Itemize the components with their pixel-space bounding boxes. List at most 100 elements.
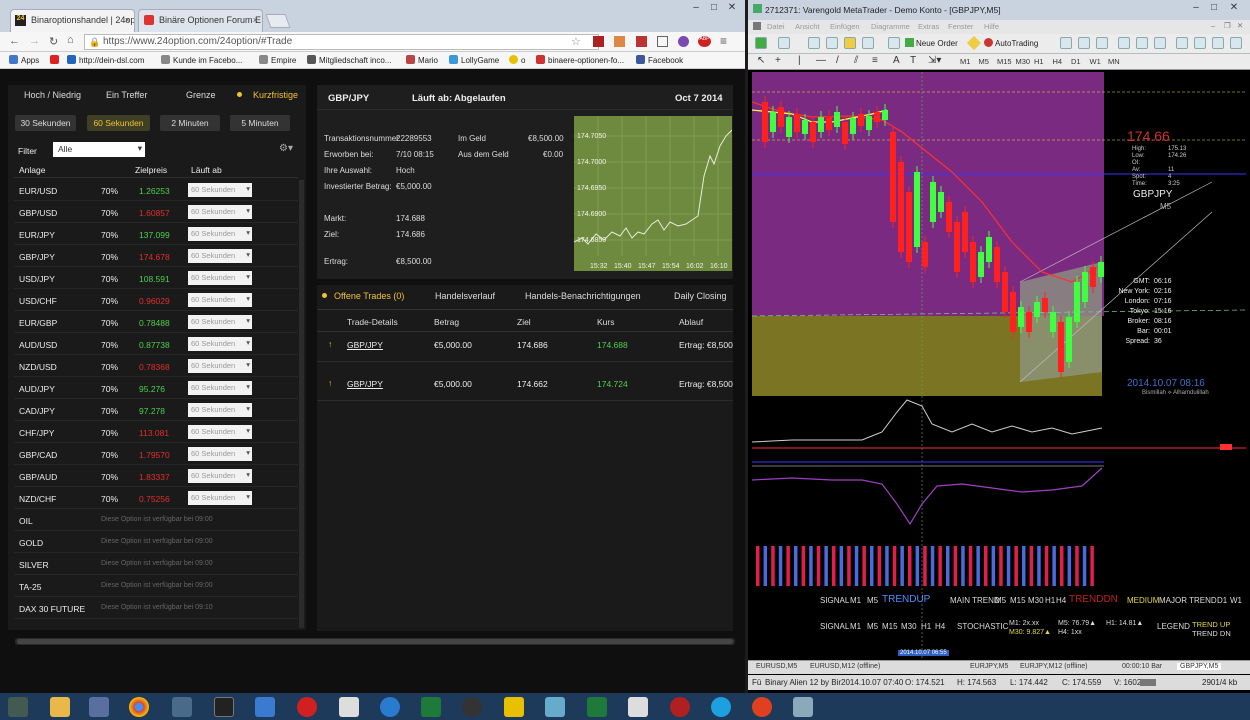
extension-2-icon[interactable] — [614, 36, 625, 47]
app-pencil-icon[interactable] — [793, 697, 813, 717]
expiry-select[interactable]: 60 Sekunden — [188, 491, 252, 505]
asset-row[interactable]: CAD/JPY 70% 97.278 60 Sekunden — [14, 400, 298, 421]
zoom-out-icon[interactable] — [1136, 37, 1148, 49]
menu-einfuegen[interactable]: Einfügen — [830, 22, 860, 31]
browser-tab-24option[interactable]: 24 Binaroptionshandel | 24op × — [10, 9, 135, 32]
expiry-select[interactable]: 60 Sekunden — [188, 447, 252, 461]
tab-benachrichtigungen[interactable]: Handels-Benachrichtigungen — [525, 291, 641, 301]
reload-icon[interactable]: ↻ — [49, 35, 58, 48]
explorer-icon[interactable] — [50, 697, 70, 717]
bookmark-empire[interactable]: Empire — [259, 55, 296, 65]
bar-chart-icon[interactable] — [1060, 37, 1072, 49]
profiles-icon[interactable] — [778, 37, 790, 49]
app-doc-icon[interactable] — [628, 697, 648, 717]
new-chart-icon[interactable] — [755, 37, 767, 49]
arrows-icon[interactable]: ⇲▾ — [928, 55, 941, 66]
expiry-select[interactable]: 60 Sekunden — [188, 469, 252, 483]
timeframe-h1[interactable]: H1 — [1034, 57, 1044, 66]
bookmark-mario[interactable]: Mario — [406, 55, 438, 65]
timeframe-m30[interactable]: M30 — [1016, 57, 1031, 66]
autoscroll-icon[interactable] — [1176, 37, 1188, 49]
new-order-button[interactable]: Neue Order — [905, 36, 967, 51]
duration-30s-button[interactable]: 30 Sekunden — [15, 115, 76, 131]
duration-60s-button[interactable]: 60 Sekunden — [87, 115, 150, 131]
bookmark-lollygame[interactable]: LollyGame — [449, 55, 499, 65]
tab-grenze[interactable]: Grenze — [186, 90, 216, 100]
expiry-select[interactable]: 60 Sekunden — [188, 425, 252, 439]
scrollbar-thumb[interactable] — [17, 639, 733, 644]
asset-row[interactable]: GBP/USD 70% 1.60857 60 Sekunden — [14, 202, 298, 223]
vertical-line-icon[interactable]: | — [798, 55, 801, 66]
bookmark-apps[interactable]: Apps — [9, 55, 39, 65]
expiry-select[interactable]: 60 Sekunden — [188, 381, 252, 395]
expiry-select[interactable]: 60 Sekunden — [188, 359, 252, 373]
forward-icon[interactable]: → — [29, 35, 40, 47]
close-icon[interactable]: × — [253, 15, 258, 25]
timeframe-mn[interactable]: MN — [1108, 57, 1120, 66]
app-grid-icon[interactable] — [172, 697, 192, 717]
mdi-close-icon[interactable]: ✕ — [1237, 21, 1243, 30]
app-check-icon[interactable] — [339, 697, 359, 717]
asset-row[interactable]: EUR/JPY 70% 137.099 60 Sekunden — [14, 224, 298, 245]
zoom-in-icon[interactable] — [1118, 37, 1130, 49]
trade-pair[interactable]: GBP/JPY — [347, 379, 383, 389]
back-icon[interactable]: ← — [9, 35, 20, 47]
data-window-icon[interactable] — [888, 37, 900, 49]
expiry-select[interactable]: 60 Sekunden — [188, 337, 252, 351]
asset-row[interactable]: NZD/USD 70% 0.78368 60 Sekunden — [14, 356, 298, 377]
app-dark-icon[interactable] — [462, 697, 482, 717]
menu-extras[interactable]: Extras — [918, 22, 939, 31]
extension-1-icon[interactable] — [593, 36, 604, 47]
close-window-icon[interactable]: ✕ — [1226, 2, 1242, 13]
menu-hilfe[interactable]: Hilfe — [984, 22, 999, 31]
mdi-minimize-icon[interactable]: – — [1211, 21, 1215, 30]
ie-icon[interactable] — [380, 697, 400, 717]
terminal-icon[interactable] — [844, 37, 856, 49]
browser-tab-forum[interactable]: Binäre Optionen Forum E × — [138, 9, 263, 32]
channel-icon[interactable]: ⫽ — [854, 55, 858, 66]
chart-tab[interactable]: EURJPY,M12 (offline) — [1020, 663, 1087, 670]
maximize-icon[interactable]: □ — [1206, 2, 1222, 13]
indicators-icon[interactable] — [1212, 37, 1224, 49]
close-window-icon[interactable]: ✕ — [724, 2, 740, 13]
skype-icon[interactable] — [711, 697, 731, 717]
extension-3-icon[interactable] — [636, 36, 647, 47]
menu-ansicht[interactable]: Ansicht — [795, 22, 820, 31]
trade-row[interactable]: ↑ GBP/JPY €5,000.00 174.662 174.724 Ertrag: €… — [317, 376, 733, 394]
expiry-select[interactable]: 60 Sekunden — [188, 315, 252, 329]
timeframe-w1[interactable]: W1 — [1090, 57, 1101, 66]
adblock-icon[interactable]: ABP — [698, 36, 711, 47]
asset-row[interactable]: GBP/JPY 70% 174.678 60 Sekunden — [14, 246, 298, 267]
crosshair-icon[interactable]: + — [775, 55, 781, 66]
extension-5-icon[interactable] — [678, 36, 689, 47]
menu-datei[interactable]: Datei — [767, 22, 785, 31]
horizontal-scrollbar[interactable] — [15, 638, 735, 645]
maximize-icon[interactable]: □ — [706, 2, 722, 13]
timeframe-h4[interactable]: H4 — [1053, 57, 1063, 66]
text-icon[interactable]: A — [893, 55, 900, 66]
app-ic-icon[interactable] — [214, 697, 234, 717]
timeframe-m5[interactable]: M5 — [979, 57, 989, 66]
asset-row[interactable]: GBP/CAD 70% 1.79570 60 Sekunden — [14, 444, 298, 465]
close-icon[interactable]: × — [125, 15, 130, 25]
timeframe-d1[interactable]: D1 — [1071, 57, 1081, 66]
gear-icon[interactable]: ⚙▾ — [279, 143, 293, 154]
bookmark-youtube[interactable] — [50, 55, 62, 65]
trade-row[interactable]: ↑ GBP/JPY €5,000.00 174.686 174.688 Ertrag: €… — [317, 337, 733, 355]
asset-row[interactable]: CHF/JPY 70% 113.081 60 Sekunden — [14, 422, 298, 443]
start-icon[interactable] — [8, 697, 28, 717]
chart-tab[interactable]: EURUSD,M5 — [756, 663, 797, 670]
asset-row[interactable]: NZD/CHF 70% 0.75256 60 Sekunden — [14, 488, 298, 509]
app-orange-icon[interactable] — [752, 697, 772, 717]
chart-tab[interactable]: EURJPY,M5 — [970, 663, 1008, 670]
expiry-select[interactable]: 60 Sekunden — [188, 183, 252, 197]
horizontal-line-icon[interactable]: — — [816, 55, 826, 66]
minimize-icon[interactable]: – — [1188, 2, 1204, 13]
fibonacci-icon[interactable]: ≡ — [872, 55, 878, 66]
asset-row[interactable]: EUR/USD 70% 1.26253 60 Sekunden — [14, 180, 298, 201]
menu-fenster[interactable]: Fenster — [948, 22, 973, 31]
duration-5min-button[interactable]: 5 Minuten — [230, 115, 290, 131]
filter-select[interactable]: Alle ▾ — [53, 142, 145, 157]
new-tab-button[interactable] — [265, 14, 291, 28]
app-chart-icon[interactable] — [587, 697, 607, 717]
